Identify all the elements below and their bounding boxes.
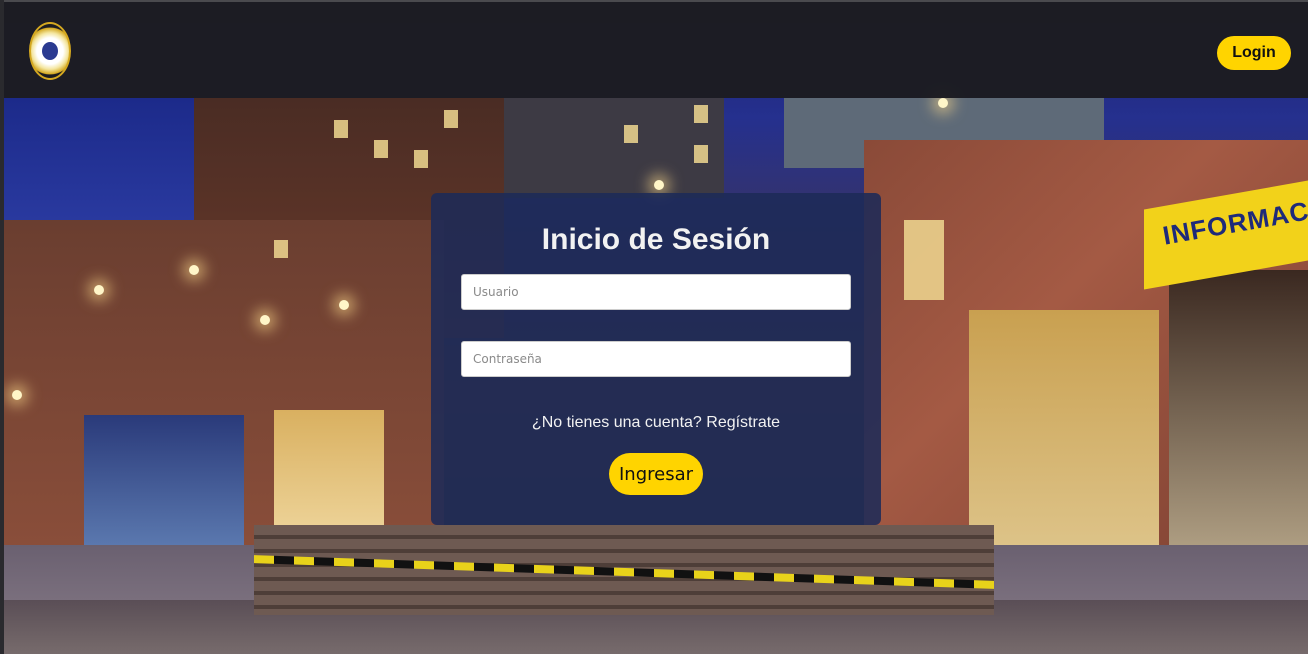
university-seal-icon[interactable]: [29, 22, 71, 80]
submit-login-button[interactable]: Ingresar: [609, 453, 703, 495]
register-link[interactable]: ¿No tienes una cuenta? Regístrate: [431, 414, 881, 432]
password-input[interactable]: [461, 341, 851, 377]
login-card: Inicio de Sesión ¿No tienes una cuenta? …: [431, 193, 881, 525]
top-navbar: Login: [4, 0, 1308, 98]
login-button[interactable]: Login: [1217, 36, 1291, 70]
login-title: Inicio de Sesión: [541, 223, 771, 256]
username-input[interactable]: [461, 274, 851, 310]
